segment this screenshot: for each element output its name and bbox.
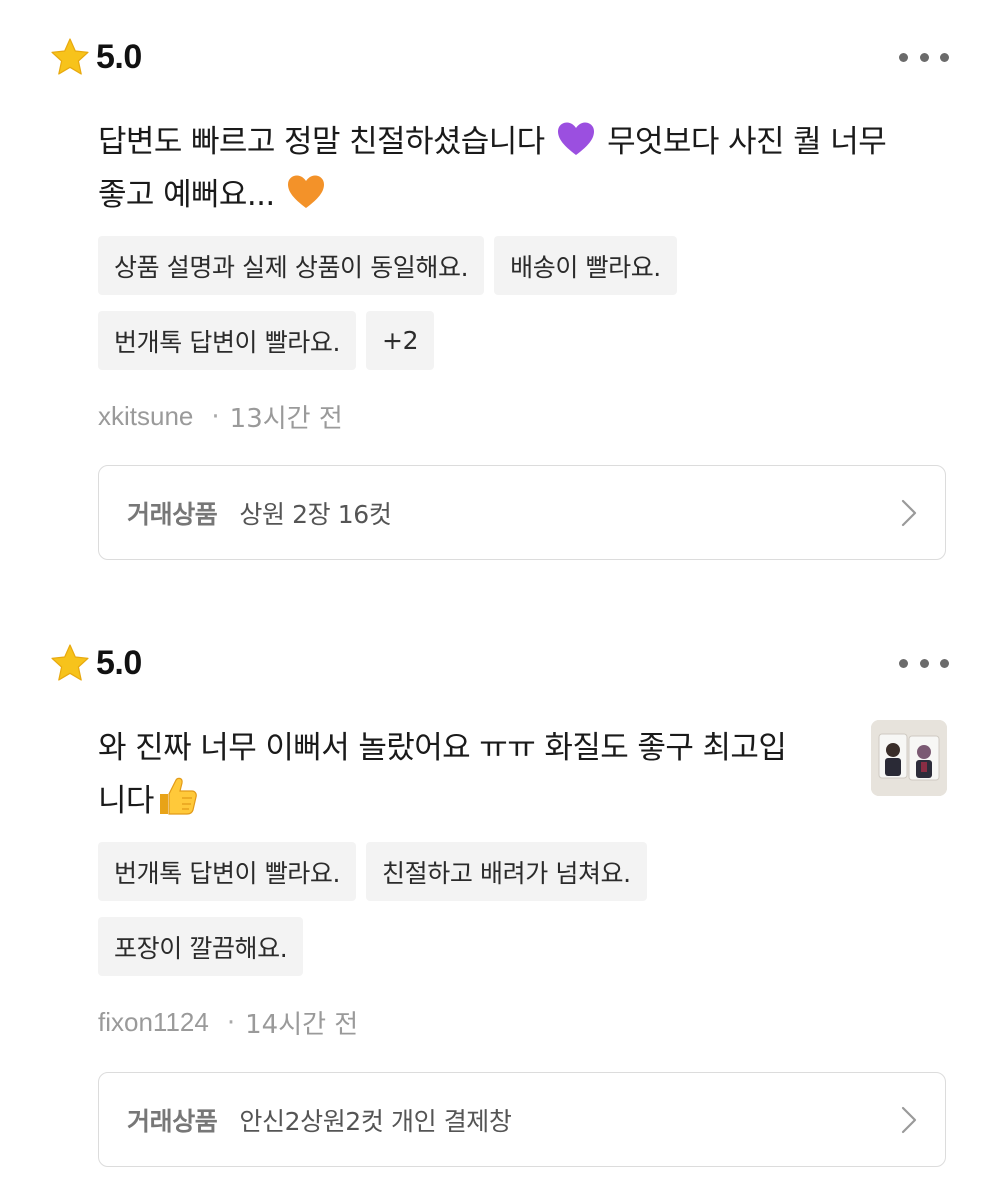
review-time: 14시간 전 — [245, 1010, 359, 1040]
review-tag: 번개톡 답변이 빨라요. — [98, 842, 357, 901]
review-tag: 번개톡 답변이 빨라요. — [98, 311, 357, 370]
dot-icon — [919, 658, 929, 668]
dot-icon — [940, 658, 949, 668]
rating: 5.0 — [50, 37, 142, 77]
dot-icon — [919, 52, 929, 62]
review-text-line: 좋고 예뻐요... — [98, 177, 275, 213]
author-name[interactable]: fixon1124 — [98, 1007, 209, 1038]
star-icon — [51, 38, 89, 75]
dot-icon — [899, 52, 908, 62]
product-name: 상원 2장 16컷 — [239, 499, 392, 529]
review-text-line: 니다 — [98, 783, 154, 819]
dot-icon — [899, 658, 908, 668]
more-options-button[interactable] — [899, 648, 949, 678]
product-name: 안신2상원2컷 개인 결제창 — [239, 1106, 512, 1136]
review-text-line: 무엇보다 사진 퀄 너무 — [607, 124, 887, 160]
more-tags-button[interactable]: +2 — [366, 311, 435, 370]
review-meta: fixon1124 · 14시간 전 — [98, 1004, 358, 1041]
more-options-button[interactable] — [899, 42, 949, 72]
tag-row: 포장이 깔끔해요. — [98, 917, 304, 976]
chevron-right-icon — [901, 1106, 917, 1134]
review-text: 와 진짜 너무 이뻐서 놀랐어요 ㅠㅠ 화질도 좋구 최고입 니다 — [98, 722, 787, 828]
tag-row: 번개톡 답변이 빨라요. +2 — [98, 311, 435, 370]
rating: 5.0 — [50, 643, 142, 683]
tag-row: 상품 설명과 실제 상품이 동일해요. 배송이 빨라요. — [98, 236, 677, 295]
rating-value: 5.0 — [96, 643, 142, 682]
traded-product-link[interactable]: 거래상품 상원 2장 16컷 — [98, 465, 946, 560]
review-tag: 포장이 깔끔해요. — [98, 917, 304, 976]
tag-row: 번개톡 답변이 빨라요. 친절하고 배려가 넘쳐요. — [98, 842, 647, 901]
thumbs-up-icon — [159, 777, 197, 815]
separator-dot: · — [211, 401, 220, 432]
photo-card-icon — [871, 720, 947, 796]
review-text: 답변도 빠르고 정말 친절하셨습니다 무엇보다 사진 퀄 너무 좋고 예뻐요..… — [98, 116, 887, 222]
chevron-right-icon — [901, 499, 917, 527]
product-label: 거래상품 — [127, 499, 218, 529]
review-meta: xkitsune · 13시간 전 — [98, 398, 343, 435]
review-tag: 상품 설명과 실제 상품이 동일해요. — [98, 236, 485, 295]
review-time: 13시간 전 — [229, 404, 343, 434]
author-name[interactable]: xkitsune — [98, 401, 193, 432]
traded-product-link[interactable]: 거래상품 안신2상원2컷 개인 결제창 — [98, 1072, 946, 1167]
dot-icon — [940, 52, 949, 62]
review-tag: 배송이 빨라요. — [494, 236, 677, 295]
orange-heart-icon — [287, 175, 324, 208]
review-text-line: 와 진짜 너무 이뻐서 놀랐어요 ㅠㅠ 화질도 좋구 최고입 — [98, 730, 787, 766]
separator-dot: · — [226, 1007, 236, 1038]
review-photo-thumbnail[interactable] — [871, 720, 947, 796]
purple-heart-icon — [557, 122, 594, 155]
rating-value: 5.0 — [96, 37, 142, 76]
review-tag: 친절하고 배려가 넘쳐요. — [366, 842, 647, 901]
product-label: 거래상품 — [127, 1106, 218, 1136]
review-text-line: 답변도 빠르고 정말 친절하셨습니다 — [98, 124, 545, 160]
star-icon — [51, 644, 89, 681]
